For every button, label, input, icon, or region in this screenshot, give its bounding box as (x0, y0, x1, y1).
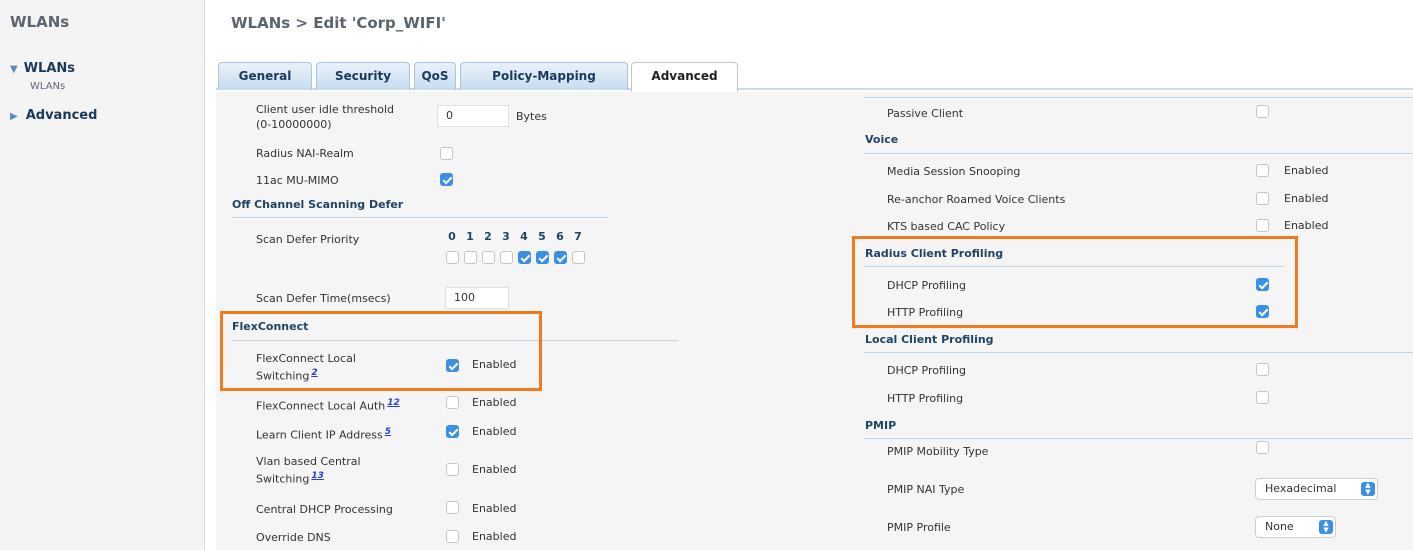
priority-0-checkbox[interactable] (446, 251, 459, 264)
tab-advanced[interactable]: Advanced (631, 62, 738, 93)
section-divider (232, 217, 608, 218)
pmip-profile-select[interactable]: None ▲ ▼ (1255, 516, 1336, 538)
idle-threshold-input[interactable]: 0 (437, 105, 509, 127)
tab-security[interactable]: Security (316, 62, 410, 90)
pmip-section-title: PMIP (865, 419, 897, 432)
reanchor-roamed-voice-label: Re-anchor Roamed Voice Clients (887, 193, 1066, 206)
learn-client-ip-enabled-label: Enabled (472, 425, 517, 438)
passive-client-label: Passive Client (887, 107, 964, 120)
sidebar-item-advanced[interactable]: ▶ Advanced (10, 108, 97, 123)
priority-number: 0 (448, 230, 456, 243)
radius-nai-realm-label: Radius NAI-Realm (256, 147, 354, 160)
priority-6-checkbox[interactable] (554, 251, 567, 264)
priority-7-checkbox[interactable] (572, 251, 585, 264)
central-dhcp-checkbox[interactable] (446, 501, 459, 514)
flexconnect-highlight-box (220, 311, 542, 391)
priority-2-checkbox[interactable] (482, 251, 495, 264)
tab-qos[interactable]: QoS (414, 62, 456, 90)
tab-policy-mapping[interactable]: Policy-Mapping (460, 62, 628, 90)
central-dhcp-enabled-label: Enabled (472, 502, 517, 515)
override-dns-label: Override DNS (256, 531, 331, 544)
section-divider (864, 153, 1413, 154)
priority-1-checkbox[interactable] (464, 251, 477, 264)
priority-number: 5 (538, 230, 546, 243)
priority-number: 2 (484, 230, 492, 243)
scan-defer-time-label: Scan Defer Time(msecs) (256, 292, 391, 305)
pmip-mobility-type-label: PMIP Mobility Type (887, 445, 989, 458)
override-dns-enabled-label: Enabled (472, 530, 517, 543)
expanded-arrow-icon: ▼ (10, 64, 18, 75)
local-dhcp-profiling-checkbox[interactable] (1256, 363, 1269, 376)
page-title: WLANs > Edit 'Corp_WIFI' (231, 14, 446, 32)
pmip-profile-label: PMIP Profile (887, 521, 951, 534)
collapsed-arrow-icon: ▶ (10, 111, 18, 122)
footnote-link[interactable]: 5 (385, 427, 391, 437)
vlan-central-switching-label: Vlan based Central Switching 13 (256, 455, 361, 486)
pmip-mobility-type-checkbox[interactable] (1256, 441, 1269, 454)
sidebar-subitem-wlans[interactable]: WLANs (30, 81, 65, 92)
fc-local-auth-enabled-label: Enabled (472, 396, 517, 409)
priority-number: 3 (502, 230, 510, 243)
idle-threshold-unit: Bytes (516, 110, 547, 123)
media-session-snooping-enabled-label: Enabled (1284, 164, 1329, 177)
sidebar-item-wlans-label: WLANs (23, 61, 76, 76)
priority-5-checkbox[interactable] (536, 251, 549, 264)
local-http-profiling-label: HTTP Profiling (887, 392, 964, 405)
section-divider (864, 438, 1413, 439)
priority-number: 6 (556, 230, 564, 243)
sidebar-item-wlans[interactable]: ▼ WLANs (10, 61, 75, 76)
section-divider (864, 97, 1413, 98)
voice-section-title: Voice (865, 133, 899, 146)
pmip-nai-type-label: PMIP NAI Type (887, 483, 965, 496)
scan-defer-priority-label: Scan Defer Priority (256, 233, 360, 246)
mu-mimo-checkbox[interactable] (440, 173, 453, 186)
priority-number: 7 (574, 230, 582, 243)
sidebar-item-advanced-label: Advanced (25, 108, 98, 123)
select-arrows-icon: ▲ ▼ (1361, 482, 1375, 496)
media-session-snooping-checkbox[interactable] (1256, 164, 1269, 177)
sidebar: WLANs ▼ WLANs WLANs ▶ Advanced (0, 0, 205, 550)
vlan-central-switching-enabled-label: Enabled (472, 463, 517, 476)
kts-cac-policy-label: KTS based CAC Policy (887, 220, 1006, 233)
footnote-link[interactable]: 12 (387, 398, 400, 408)
pmip-nai-type-value: Hexadecimal (1265, 482, 1337, 495)
pmip-nai-type-select[interactable]: Hexadecimal ▲ ▼ (1255, 478, 1378, 500)
off-channel-section-title: Off Channel Scanning Defer (232, 198, 404, 211)
fc-local-auth-checkbox[interactable] (446, 396, 459, 409)
idle-threshold-label: Client user idle threshold (0-10000000) (256, 103, 394, 131)
pmip-profile-value: None (1265, 520, 1294, 533)
learn-client-ip-checkbox[interactable] (446, 425, 459, 438)
select-arrows-icon: ▲ ▼ (1319, 520, 1333, 534)
scan-defer-time-input[interactable]: 100 (445, 287, 509, 309)
reanchor-roamed-voice-enabled-label: Enabled (1284, 192, 1329, 205)
priority-3-checkbox[interactable] (500, 251, 513, 264)
media-session-snooping-label: Media Session Snooping (887, 165, 1021, 178)
local-dhcp-profiling-label: DHCP Profiling (887, 364, 966, 377)
radius-nai-realm-checkbox[interactable] (440, 147, 453, 160)
central-dhcp-label: Central DHCP Processing (256, 503, 393, 516)
mu-mimo-label: 11ac MU-MIMO (256, 174, 339, 187)
priority-number: 1 (466, 230, 474, 243)
override-dns-checkbox[interactable] (446, 530, 459, 543)
local-http-profiling-checkbox[interactable] (1256, 391, 1269, 404)
section-divider (864, 352, 1413, 353)
reanchor-roamed-voice-checkbox[interactable] (1256, 192, 1269, 205)
local-client-profiling-section-title: Local Client Profiling (865, 333, 994, 346)
sidebar-title: WLANs (10, 13, 70, 31)
footnote-link[interactable]: 13 (311, 471, 324, 481)
radius-profiling-highlight-box (852, 236, 1298, 328)
tab-bar: General Security QoS Policy-Mapping Adva… (216, 60, 1413, 93)
kts-cac-policy-checkbox[interactable] (1256, 219, 1269, 232)
learn-client-ip-label: Learn Client IP Address 5 (256, 427, 392, 442)
priority-4-checkbox[interactable] (518, 251, 531, 264)
tab-general[interactable]: General (218, 62, 312, 90)
fc-local-auth-label: FlexConnect Local Auth 12 (256, 398, 400, 413)
passive-client-checkbox[interactable] (1256, 105, 1269, 118)
kts-cac-policy-enabled-label: Enabled (1284, 219, 1329, 232)
priority-number: 4 (520, 230, 528, 243)
vlan-central-switching-checkbox[interactable] (446, 463, 459, 476)
